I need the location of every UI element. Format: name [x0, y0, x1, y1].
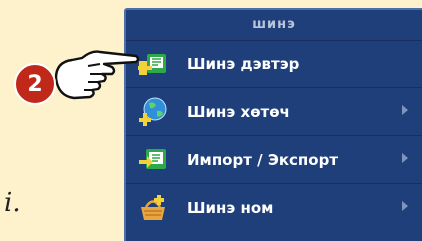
- menu-item-label: Шинэ дэвтэр: [187, 54, 300, 73]
- submenu-arrow-icon: [402, 105, 408, 115]
- pointing-hand-icon: [54, 50, 140, 100]
- menu-item-new-workbook[interactable]: Шинэ дэвтэр: [126, 40, 422, 88]
- menu-item-new-book[interactable]: Шинэ ном: [126, 184, 422, 231]
- import-export-icon: [139, 148, 166, 169]
- menu-item-label: Шинэ хөтөч: [187, 102, 290, 121]
- menu-item-label: Импорт / Экспорт: [187, 150, 339, 169]
- step-number-badge: 2: [14, 63, 56, 105]
- new-item-menu: шинэ Шинэ дэвтэр Шинэ хөтөч Импорт / Экс…: [124, 8, 422, 241]
- new-book-icon: [141, 194, 165, 220]
- menu-item-label: Шинэ ном: [187, 198, 274, 217]
- new-browser-icon: [139, 97, 167, 126]
- submenu-arrow-icon: [402, 201, 408, 211]
- menu-item-new-browser[interactable]: Шинэ хөтөч: [126, 88, 422, 136]
- background-text-fragment: i.: [4, 188, 21, 218]
- new-workbook-icon: [138, 53, 166, 75]
- submenu-arrow-icon: [402, 153, 408, 163]
- menu-item-import-export[interactable]: Импорт / Экспорт: [126, 136, 422, 184]
- menu-header: шинэ: [126, 10, 422, 41]
